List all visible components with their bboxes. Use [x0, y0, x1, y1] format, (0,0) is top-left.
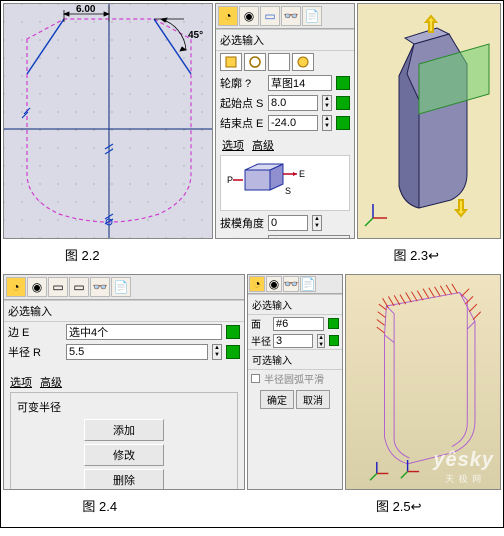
draft-angle-input[interactable]	[268, 215, 308, 231]
face-icon[interactable]	[268, 53, 290, 71]
caption-2-2: 图 2.2	[65, 245, 100, 264]
radius-label: 半径 R	[8, 344, 62, 360]
offset-pick-button[interactable]	[329, 335, 339, 346]
body-icon[interactable]	[292, 53, 314, 71]
shell-optional-head: 可选输入	[248, 349, 342, 370]
value-input	[268, 235, 350, 239]
glasses-icon[interactable]: 👓	[281, 6, 301, 26]
viewport-2-5[interactable]: yêsky 天 极 网	[345, 274, 501, 490]
extrude-toolbar: ◔ ◉ ▭ 👓 📄	[216, 4, 354, 29]
tab-advanced[interactable]: 高级	[252, 137, 274, 153]
face-input[interactable]	[273, 317, 324, 331]
start-input[interactable]	[268, 95, 318, 111]
shell-glasses-icon[interactable]: 👓	[283, 276, 299, 292]
profile-pick-button[interactable]	[336, 76, 350, 90]
section-required: 必选输入	[216, 29, 354, 51]
end-spinner[interactable]: ▲▼	[322, 115, 332, 131]
profile-input[interactable]	[268, 75, 332, 91]
tool-icon-1[interactable]: ◔	[218, 6, 238, 26]
radius-spinner[interactable]: ▲▼	[212, 344, 222, 360]
tool-icon-2[interactable]: ◉	[239, 6, 259, 26]
value-label: 价值	[220, 235, 264, 239]
angle-spinner[interactable]: ▲▼	[312, 215, 322, 231]
radius-pick-button[interactable]	[226, 345, 240, 359]
fillet-panel: ◔ ◉ ▭ ▭ 👓 📄 必选输入 边 E 半径 R ▲▼ 选项	[3, 274, 245, 490]
fillet-page-icon[interactable]: 📄	[111, 277, 131, 297]
fillet-tab-advanced[interactable]: 高级	[40, 374, 62, 390]
fillet-tool-3[interactable]: ▭	[48, 277, 68, 297]
end-input[interactable]	[268, 115, 318, 131]
sym-checkbox[interactable]	[251, 374, 260, 383]
edge-pick-button[interactable]	[226, 325, 240, 339]
sym-label: 半径圆弧平滑	[264, 371, 324, 386]
delete-button[interactable]: 删除	[84, 469, 164, 490]
extrude-panel: ◔ ◉ ▭ 👓 📄 必选输入 轮廓 ?	[215, 3, 355, 239]
edge-input[interactable]	[66, 324, 222, 340]
face-pick-button[interactable]	[328, 318, 339, 329]
shell-toolbar: ◔ ◉ 👓 📄	[248, 275, 342, 294]
caption-2-5: 图 2.5↩	[376, 496, 422, 515]
variable-radius-label: 可变半径	[17, 397, 231, 419]
offset-input[interactable]	[273, 334, 313, 348]
fillet-tool-2[interactable]: ◉	[27, 277, 47, 297]
cancel-button[interactable]: 取消	[296, 390, 330, 409]
dim-top-value: 6.00	[76, 4, 96, 15]
fillet-required-head: 必选输入	[4, 300, 244, 322]
start-spinner[interactable]: ▲▼	[322, 95, 332, 111]
end-label: 结束点 E	[220, 115, 264, 131]
fillet-toolbar: ◔ ◉ ▭ ▭ 👓 📄	[4, 275, 244, 300]
shell-panel: ◔ ◉ 👓 📄 必选输入 面 半径 ▲▼ 可选输入 半径圆弧平滑	[247, 274, 343, 490]
body-3d-svg	[358, 4, 500, 239]
fillet-tool-1[interactable]: ◔	[6, 277, 26, 297]
shell-required-head: 必选输入	[248, 294, 342, 315]
caption-2-3: 图 2.3↩	[393, 245, 439, 264]
add-button[interactable]: 添加	[84, 419, 164, 441]
shell-tool-1[interactable]: ◔	[249, 276, 265, 292]
sketch-panel-2-2: 6.00 45°	[3, 3, 213, 239]
draft-angle-label: 拔模角度	[220, 215, 264, 231]
sketch-type-row	[216, 51, 354, 73]
svg-text:S: S	[285, 186, 291, 196]
radius-input[interactable]	[66, 344, 208, 360]
end-pick-button[interactable]	[336, 116, 350, 130]
edge-label: 边 E	[8, 324, 62, 340]
fillet-tool-4[interactable]: ▭	[69, 277, 89, 297]
start-label: 起始点 S	[220, 95, 264, 111]
offset-label: 半径	[251, 333, 269, 348]
fillet-glasses-icon[interactable]: 👓	[90, 277, 110, 297]
shell-page-icon[interactable]: 📄	[300, 276, 316, 292]
path-icon[interactable]	[244, 53, 266, 71]
fillet-tab-options[interactable]: 选项	[10, 374, 32, 390]
ok-button[interactable]: 确定	[260, 390, 294, 409]
shell-tool-2[interactable]: ◉	[266, 276, 282, 292]
tab-options[interactable]: 选项	[222, 137, 244, 153]
direction-preview: P E S	[220, 155, 350, 211]
face-label: 面	[251, 316, 269, 331]
svg-text:P: P	[227, 175, 233, 185]
svg-text:E: E	[299, 169, 305, 179]
offset-spinner[interactable]: ▲▼	[317, 334, 325, 348]
sketch-icon[interactable]	[220, 53, 242, 71]
modify-button[interactable]: 修改	[84, 444, 164, 466]
tool-icon-3[interactable]: ▭	[260, 6, 280, 26]
caption-row-2: 图 2.4 图 2.5↩	[3, 490, 501, 525]
caption-2-4: 图 2.4	[82, 496, 117, 515]
start-pick-button[interactable]	[336, 96, 350, 110]
viewport-3d-2-3[interactable]	[357, 3, 501, 239]
wire-2-5-svg	[346, 275, 500, 490]
profile-label: 轮廓 ?	[220, 75, 264, 91]
dim-angle-value: 45°	[188, 30, 203, 41]
caption-row-1: 图 2.2 图 2.3↩	[3, 239, 501, 274]
page-icon[interactable]: 📄	[302, 6, 322, 26]
sketch-2-2-svg: 6.00 45°	[4, 4, 213, 239]
